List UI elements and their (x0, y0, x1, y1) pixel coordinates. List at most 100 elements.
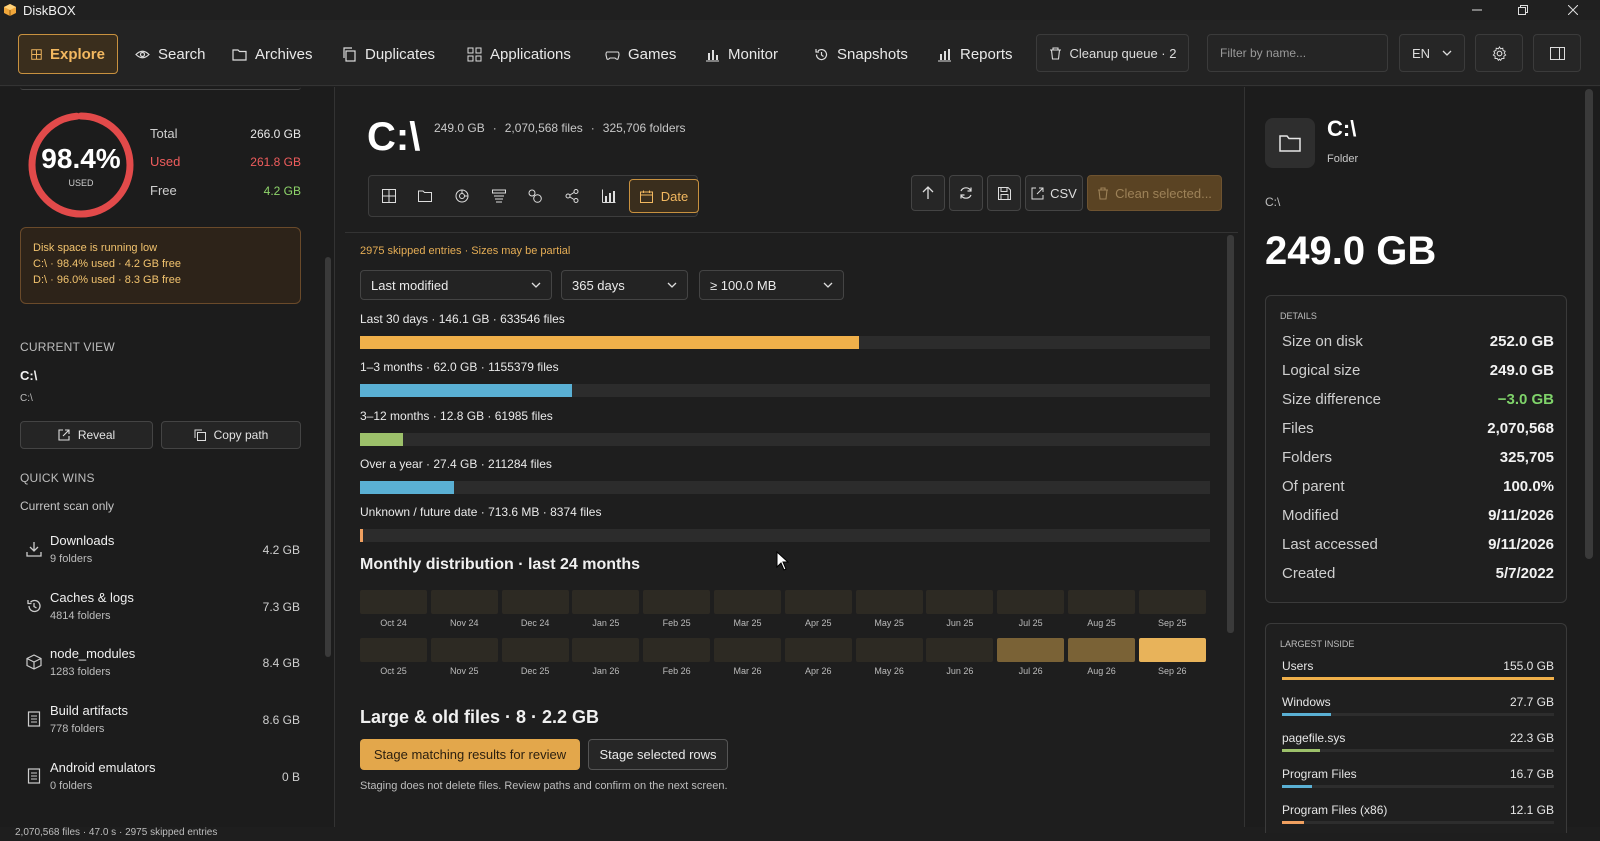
nav-applications[interactable]: Applications (455, 34, 583, 74)
nav-search[interactable]: Search (123, 34, 218, 74)
month-cell[interactable] (643, 590, 711, 614)
month-label: Sep 26 (1158, 666, 1187, 676)
view-bubbles-button[interactable] (517, 179, 553, 213)
language-select[interactable]: EN (1399, 34, 1465, 72)
month-cell[interactable] (1138, 638, 1206, 662)
month-label: Jul 26 (1018, 666, 1043, 676)
external-link-icon (58, 429, 70, 441)
restore-icon (1518, 5, 1528, 15)
save-button[interactable] (987, 175, 1021, 211)
quick-win-downloads[interactable]: Downloads 9 folders 4.2 GB (20, 533, 300, 583)
quick-wins-subtitle: Current scan only (20, 499, 115, 513)
free-label: Free (150, 183, 177, 198)
nav-explore[interactable]: Explore (18, 34, 118, 74)
detail-files: Files 2,070,568 (1282, 419, 1554, 437)
chevron-down-icon (531, 282, 541, 288)
minimize-button[interactable] (1454, 0, 1500, 20)
detail-size-difference: Size difference −3.0 GB (1282, 390, 1554, 408)
cleanup-queue-button[interactable]: Cleanup queue · 2 (1036, 34, 1189, 72)
month-label: Feb 26 (662, 666, 691, 676)
nav-reports[interactable]: Reports (925, 34, 1025, 74)
center-header: C:\ 249.0 GB · 2,070,568 files · 325,706… (345, 87, 1238, 233)
nav-duplicates[interactable]: Duplicates (330, 34, 447, 74)
month-cell[interactable] (360, 638, 427, 662)
date-field-select[interactable]: Last modified (360, 270, 552, 300)
toggle-panel-button[interactable] (1533, 34, 1581, 72)
min-size-select[interactable]: ≥ 100.0 MB (699, 270, 844, 300)
month-label: Jun 26 (946, 666, 974, 676)
refresh-button[interactable] (949, 175, 983, 211)
view-grid-button[interactable] (371, 179, 407, 213)
month-cell[interactable] (501, 638, 569, 662)
quick-win-caches-logs[interactable]: Caches & logs 4814 folders 7.3 GB (20, 590, 300, 640)
month-cell[interactable] (784, 590, 852, 614)
refresh-icon (960, 187, 972, 199)
month-cell[interactable] (501, 590, 569, 614)
stage-selected-button[interactable]: Stage selected rows (588, 739, 728, 770)
quick-win-android-emulators[interactable]: Android emulators 0 folders 0 B (20, 760, 300, 810)
month-cell[interactable] (855, 590, 923, 614)
details-card: DETAILS Size on disk 252.0 GB Logical siz… (1265, 295, 1567, 603)
center-panel: C:\ 249.0 GB · 2,070,568 files · 325,706… (345, 87, 1238, 827)
largest-bar-fill (1282, 749, 1320, 752)
month-cell[interactable] (430, 638, 498, 662)
month-cell[interactable] (430, 590, 498, 614)
view-sunburst-button[interactable] (444, 179, 480, 213)
age-bar-fill (360, 529, 363, 542)
detail-folders: Folders 325,705 (1282, 448, 1554, 466)
export-csv-button[interactable]: CSV (1025, 175, 1083, 211)
reveal-button[interactable]: Reveal (20, 421, 153, 449)
month-cell[interactable] (572, 590, 640, 614)
month-cell[interactable] (714, 638, 781, 662)
month-cell[interactable] (1068, 590, 1135, 614)
month-cell[interactable] (643, 638, 711, 662)
view-folder-button[interactable] (407, 179, 443, 213)
month-cell[interactable] (1138, 590, 1206, 614)
month-cell[interactable] (1068, 638, 1135, 662)
age-bar-fill (360, 384, 572, 397)
left-scrollbar[interactable] (325, 257, 331, 657)
clean-selected-button[interactable]: Clean selected... (1087, 175, 1222, 211)
close-button[interactable] (1550, 0, 1596, 20)
month-cell[interactable] (997, 590, 1065, 614)
month-label: May 26 (874, 666, 904, 676)
month-cell[interactable] (714, 590, 781, 614)
warning-line-c: C:\ · 98.4% used · 4.2 GB free (33, 258, 181, 270)
quick-win-build-artifacts[interactable]: Build artifacts 778 folders 8.6 GB (20, 703, 300, 753)
right-scrollbar[interactable] (1585, 89, 1593, 559)
date-range-select[interactable]: 365 days (561, 270, 688, 300)
warning-line-d: D:\ · 96.0% used · 8.3 GB free (33, 274, 181, 286)
nav-monitor[interactable]: Monitor (693, 34, 790, 74)
nav-games[interactable]: Games (593, 34, 688, 74)
nav-snapshots[interactable]: Snapshots (802, 34, 920, 74)
month-cell[interactable] (997, 638, 1065, 662)
settings-button[interactable] (1475, 34, 1523, 72)
month-cell[interactable] (360, 590, 427, 614)
month-cell[interactable] (926, 590, 994, 614)
copy-path-button[interactable]: Copy path (161, 421, 301, 449)
maximize-button[interactable] (1500, 0, 1546, 20)
quick-win-node-modules[interactable]: node_modules 1283 folders 8.4 GB (20, 646, 300, 696)
gear-icon (1492, 45, 1506, 61)
view-date-tab[interactable]: Date (629, 179, 699, 213)
document-icon (27, 768, 41, 784)
gamepad-icon (605, 50, 620, 60)
view-chart-button[interactable] (591, 179, 627, 213)
month-cell[interactable] (855, 638, 923, 662)
filter-input[interactable] (1207, 34, 1388, 72)
month-cell[interactable] (572, 638, 640, 662)
grid-icon (382, 189, 396, 203)
largest-section-title: LARGEST INSIDE (1280, 639, 1355, 649)
month-cell[interactable] (926, 638, 994, 662)
view-graph-button[interactable] (554, 179, 590, 213)
bubbles-icon (528, 189, 542, 203)
list-icon (492, 189, 506, 203)
stage-matching-button[interactable]: Stage matching results for review (360, 739, 580, 770)
go-up-button[interactable] (911, 175, 945, 211)
age-bar-fill (360, 336, 859, 349)
center-scrollbar[interactable] (1227, 235, 1234, 633)
view-list-button[interactable] (481, 179, 517, 213)
largest-inside-card: LARGEST INSIDE Users 155.0 GB Windows 27.7… (1265, 623, 1567, 833)
nav-archives[interactable]: Archives (220, 34, 325, 74)
month-cell[interactable] (784, 638, 852, 662)
